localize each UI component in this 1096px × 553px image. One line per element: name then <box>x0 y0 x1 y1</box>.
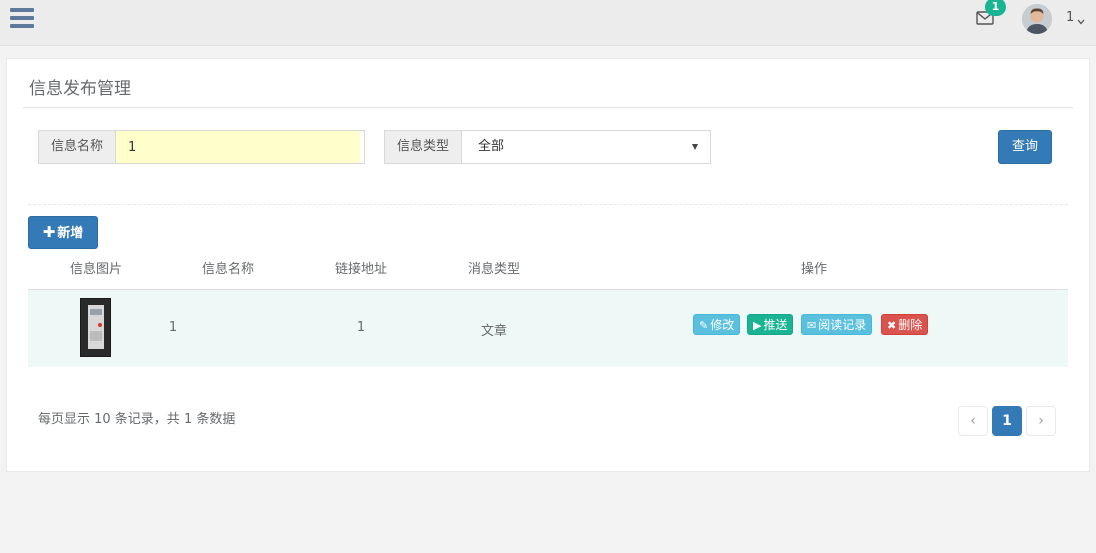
top-navbar: 1 1 <box>0 0 1096 46</box>
query-button[interactable]: 查询 <box>998 130 1052 164</box>
edit-button-label: 修改 <box>710 318 735 332</box>
pagination-summary: 每页显示 10 条记录，共 1 条数据 <box>38 412 236 427</box>
col-header-name: 信息名称 <box>201 262 255 277</box>
plus-icon: ✚ <box>42 223 56 241</box>
envelope-open-icon: ✉ <box>807 319 817 332</box>
name-filter-group: 信息名称 <box>38 130 365 164</box>
username[interactable]: 1 <box>1066 10 1074 25</box>
filter-divider <box>28 204 1068 205</box>
title-divider <box>23 107 1073 108</box>
push-button-label: 推送 <box>763 318 788 332</box>
type-filter-select[interactable]: 全部 <box>462 131 707 163</box>
delete-button-label: 删除 <box>898 318 923 332</box>
play-circle-icon: ▶ <box>753 319 762 332</box>
read-log-button[interactable]: ✉ 阅读记录 <box>801 314 873 335</box>
table-header: 信息图片 信息名称 链接地址 消息类型 操作 <box>28 255 1068 290</box>
close-icon: ✖ <box>887 319 897 332</box>
type-filter-group: 信息类型 全部 <box>384 130 711 164</box>
content-panel: 信息发布管理 信息名称 信息类型 全部 查询 ✚新增 信息图片 信息名称 链接地… <box>6 58 1090 472</box>
type-filter-value: 全部 <box>478 139 505 154</box>
chevron-down-icon[interactable] <box>1077 14 1085 29</box>
dropdown-arrow-icon <box>692 144 699 150</box>
cell-link: 1 <box>356 320 366 335</box>
notification-badge[interactable]: 1 <box>985 0 1006 16</box>
type-filter-label: 信息类型 <box>385 131 463 163</box>
col-header-link: 链接地址 <box>334 262 388 277</box>
table-row: 1 1 文章 ✎ 修改 ▶ 推送 ✉ 阅读记录 ✖ 删除 <box>28 290 1068 367</box>
delete-button[interactable]: ✖ 删除 <box>881 314 929 335</box>
cell-name: 1 <box>168 320 178 335</box>
col-header-type: 消息类型 <box>467 262 521 277</box>
pagination-next-button[interactable]: › <box>1026 406 1056 436</box>
cell-type: 文章 <box>480 324 508 339</box>
add-button-label: 新增 <box>57 226 84 241</box>
col-header-image: 信息图片 <box>69 262 123 277</box>
pencil-icon: ✎ <box>699 319 709 332</box>
info-image-thumbnail[interactable] <box>80 298 111 357</box>
page-title: 信息发布管理 <box>29 79 131 99</box>
col-header-actions: 操作 <box>800 262 828 277</box>
read-log-button-label: 阅读记录 <box>818 318 867 332</box>
add-button[interactable]: ✚ 新增 <box>28 216 98 249</box>
push-button[interactable]: ▶ 推送 <box>747 314 794 335</box>
pagination-prev-button[interactable]: ‹ <box>958 406 988 436</box>
edit-button[interactable]: ✎ 修改 <box>693 314 741 335</box>
name-filter-label: 信息名称 <box>39 131 117 163</box>
avatar[interactable] <box>1022 4 1052 34</box>
name-filter-input[interactable] <box>116 131 361 163</box>
hamburger-icon[interactable] <box>10 8 34 30</box>
pagination-page-1[interactable]: 1 <box>992 406 1022 436</box>
